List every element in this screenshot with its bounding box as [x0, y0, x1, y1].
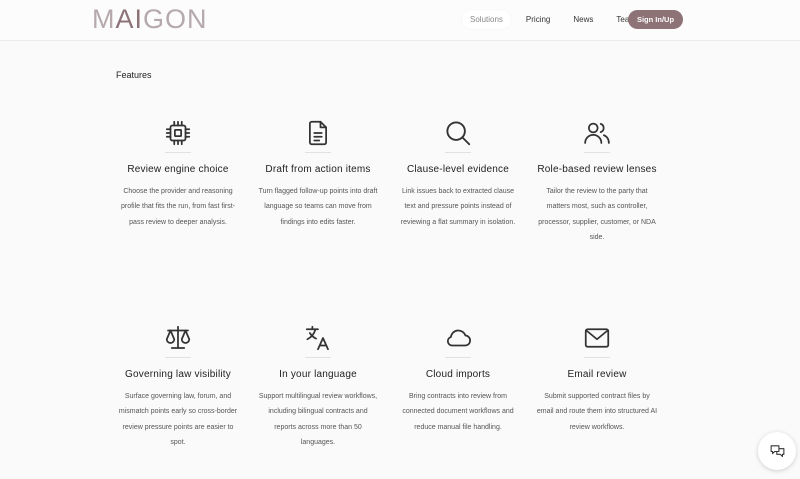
translate-icon: [305, 325, 329, 351]
cloud-icon: [447, 329, 471, 347]
feature-title: In your language: [279, 369, 357, 380]
users-icon: [584, 122, 610, 144]
feature-description: Support multilingual review workflows, i…: [258, 393, 378, 447]
card-divider: [584, 152, 610, 153]
card-divider: [305, 152, 331, 153]
brand-logo[interactable]: MAIGON: [92, 4, 208, 35]
card-divider: [305, 357, 331, 358]
feature-card-language: In your language Support multilingual re…: [253, 323, 383, 451]
feature-card-role-lenses: Role-based review lenses Tailor the revi…: [532, 118, 662, 246]
feature-description: Bring contracts into review from connect…: [402, 393, 514, 431]
card-divider: [165, 152, 191, 153]
feature-title: Clause-level evidence: [406, 164, 510, 175]
feature-title: Cloud imports: [425, 369, 491, 380]
chat-bubbles-icon: [770, 444, 784, 457]
feature-card-clause-evidence: Clause-level evidence Link issues back t…: [393, 118, 523, 230]
feature-description: Surface governing law, forum, and mismat…: [118, 393, 238, 447]
feature-description: Choose the provider and reasoning profil…: [121, 188, 235, 226]
scale-icon: [165, 325, 191, 349]
feature-card-email-review: Email review Submit supported contract f…: [532, 323, 662, 435]
card-divider: [584, 357, 610, 358]
logo-accent: AI: [115, 4, 144, 34]
card-divider: [445, 357, 471, 358]
cpu-chip-icon: [165, 120, 191, 146]
main-nav: Solutions Pricing News Team: [462, 10, 651, 29]
chat-launcher-button[interactable]: [758, 432, 796, 470]
feature-description: Turn flagged follow-up points into draft…: [258, 188, 378, 226]
feature-title: Role-based review lenses: [537, 164, 657, 175]
feature-title: Governing law visibility: [125, 369, 231, 380]
nav-news[interactable]: News: [565, 10, 601, 29]
feature-description: Link issues back to extracted clause tex…: [400, 188, 516, 226]
document-icon: [309, 120, 327, 146]
feature-card-cloud-imports: Cloud imports Bring contracts into revie…: [393, 323, 523, 435]
nav-solutions[interactable]: Solutions: [462, 10, 511, 29]
feature-title: Review engine choice: [127, 164, 229, 175]
sign-in-button[interactable]: Sign In/Up: [628, 10, 683, 29]
feature-card-governing-law: Governing law visibility Surface governi…: [113, 323, 243, 451]
logo-suffix: GON: [143, 4, 208, 34]
card-divider: [445, 152, 471, 153]
envelope-icon: [584, 328, 610, 348]
feature-title: Email review: [567, 369, 627, 380]
features-heading: Features: [116, 70, 152, 80]
feature-description: Submit supported contract files by email…: [536, 393, 658, 431]
site-header: MAIGON Solutions Pricing News Team Sign …: [0, 0, 800, 41]
search-icon: [446, 121, 471, 146]
nav-pricing[interactable]: Pricing: [518, 10, 558, 29]
feature-card-review-engine: Review engine choice Choose the provider…: [113, 118, 243, 230]
feature-title: Draft from action items: [265, 164, 371, 175]
feature-card-draft: Draft from action items Turn flagged fol…: [253, 118, 383, 230]
card-divider: [165, 357, 191, 358]
logo-prefix: M: [92, 4, 116, 34]
feature-description: Tailor the review to the party that matt…: [538, 188, 656, 242]
